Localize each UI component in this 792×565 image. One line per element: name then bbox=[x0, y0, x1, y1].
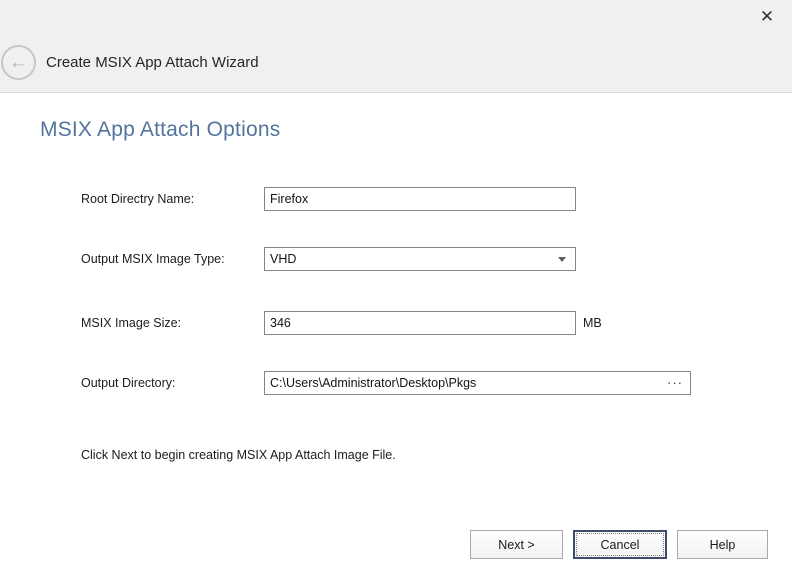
close-icon: ✕ bbox=[760, 7, 774, 27]
image-type-label: Output MSIX Image Type: bbox=[81, 247, 225, 271]
root-directory-input[interactable] bbox=[265, 189, 575, 209]
chevron-down-icon[interactable] bbox=[558, 257, 566, 262]
root-directory-field bbox=[264, 187, 576, 211]
root-directory-label: Root Directry Name: bbox=[81, 187, 194, 211]
image-size-input[interactable] bbox=[265, 313, 575, 333]
image-type-dropdown[interactable] bbox=[264, 247, 576, 271]
instruction-text: Click Next to begin creating MSIX App At… bbox=[81, 448, 396, 462]
close-button[interactable]: ✕ bbox=[755, 5, 779, 29]
image-size-label: MSIX Image Size: bbox=[81, 311, 181, 335]
image-size-field bbox=[264, 311, 576, 335]
back-button[interactable]: ← bbox=[1, 45, 36, 80]
page-heading: MSIX App Attach Options bbox=[40, 118, 280, 142]
output-directory-label: Output Directory: bbox=[81, 371, 175, 395]
wizard-window: { "header": { "title": "Create MSIX App … bbox=[0, 0, 792, 565]
wizard-header: ✕ ← Create MSIX App Attach Wizard bbox=[0, 0, 792, 93]
help-button[interactable]: Help bbox=[677, 530, 768, 559]
back-arrow-icon: ← bbox=[9, 53, 28, 72]
image-size-unit: MB bbox=[583, 311, 602, 335]
output-directory-input[interactable] bbox=[265, 373, 667, 393]
cancel-button[interactable]: Cancel bbox=[573, 530, 667, 559]
browse-icon[interactable]: ··· bbox=[667, 378, 683, 388]
output-directory-field: ··· bbox=[264, 371, 691, 395]
image-type-value[interactable] bbox=[265, 249, 558, 269]
next-button[interactable]: Next > bbox=[470, 530, 563, 559]
wizard-title: Create MSIX App Attach Wizard bbox=[46, 54, 259, 71]
